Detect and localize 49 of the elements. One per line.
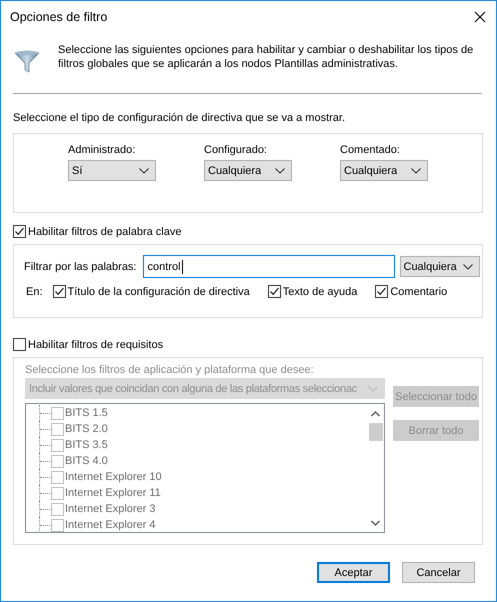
chevron-down-icon: [368, 386, 378, 392]
dropdown[interactable]: Sí: [68, 160, 156, 181]
checkbox[interactable]: [51, 422, 64, 436]
dropdown[interactable]: Cualquiera: [204, 160, 292, 181]
field-label: Filtrar por las palabras:: [24, 260, 136, 272]
field-label: Seleccione los filtros de aplicación y plataforma que desee:: [25, 364, 315, 376]
chevron-down-icon: [275, 168, 285, 174]
checkbox[interactable]: [51, 470, 64, 484]
keyword-field[interactable]: control: [142, 255, 394, 278]
field-label: Configurado:: [204, 144, 268, 156]
display-prompt: Seleccione el tipo de configuración de directiva que se va a mostrar.: [13, 112, 346, 124]
checkbox[interactable]: [51, 438, 64, 452]
list-item[interactable]: Internet Explorer 4: [65, 519, 156, 531]
dropdown[interactable]: Cualquiera: [340, 160, 428, 181]
checkbox[interactable]: [51, 502, 64, 516]
checkbox[interactable]: [51, 486, 64, 500]
checkbox-label: Comentario: [390, 286, 448, 298]
checkbox[interactable]: [52, 285, 66, 298]
checkbox[interactable]: [375, 285, 388, 298]
checkbox[interactable]: [13, 338, 26, 351]
list-item[interactable]: Internet Explorer 10: [65, 471, 162, 483]
checkbox[interactable]: [51, 454, 64, 468]
checkbox[interactable]: [51, 406, 64, 420]
dialog-button[interactable]: Cancelar: [402, 562, 475, 583]
checkbox-label: Título de la configuración de directiva: [68, 286, 250, 298]
list-item[interactable]: BITS 1.5: [65, 407, 108, 419]
checkbox[interactable]: [268, 285, 281, 298]
chevron-down-icon: [139, 168, 149, 174]
field-label: En:: [26, 286, 43, 298]
dropdown[interactable]: Cualquiera: [400, 256, 480, 277]
close-icon[interactable]: [474, 10, 486, 22]
field-label: Comentado:: [340, 144, 401, 156]
checkbox-label: Texto de ayuda: [282, 286, 358, 298]
funnel-icon: [14, 48, 40, 74]
list-item[interactable]: BITS 2.0: [65, 423, 108, 435]
list-item[interactable]: Internet Explorer 3: [65, 503, 156, 515]
chevron-down-icon: [411, 168, 421, 174]
intro-text: Seleccione las siguientes opciones para habilitar y cambiar o deshabilitar los tipos de filtros globales que se aplicarán a los nodos Plantillas administrativas.: [58, 43, 474, 72]
list-item[interactable]: BITS 3.5: [65, 439, 108, 451]
chevron-down-icon: [462, 264, 472, 270]
checkbox-label: Habilitar filtros de palabra clave: [28, 226, 182, 238]
dialog-button[interactable]: Aceptar: [317, 562, 390, 583]
checkbox-label: Habilitar filtros de requisitos: [28, 338, 164, 350]
list-item[interactable]: Internet Explorer 11: [65, 487, 161, 499]
window-title: Opciones de filtro: [10, 10, 108, 24]
list-item[interactable]: BITS 4.0: [65, 455, 108, 467]
checkbox[interactable]: [13, 225, 26, 238]
checkbox[interactable]: [51, 518, 64, 532]
field-label: Administrado:: [68, 144, 136, 156]
